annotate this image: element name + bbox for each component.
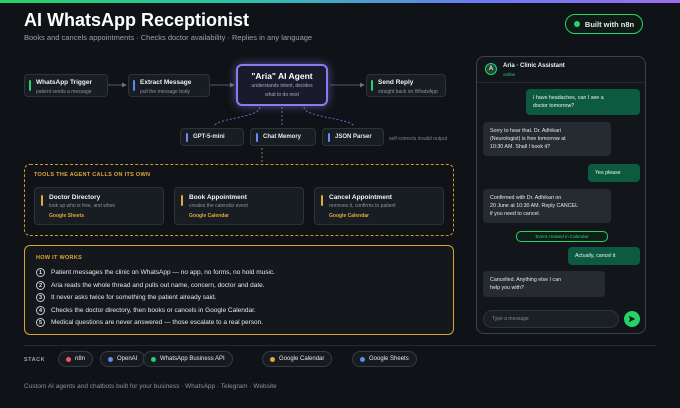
chat-message-outgoing: Actually, cancel it	[568, 247, 640, 265]
node-subtitle: patient sends a message	[36, 89, 92, 95]
message-line: 10:30 AM. Shall I book it?	[490, 144, 551, 150]
node-label: Chat Memory	[263, 134, 302, 140]
step-text: Checks the doctor directory, then books …	[51, 307, 256, 314]
tool-subtitle: creates the calendar event	[189, 203, 248, 209]
step-text: Aria reads the whole thread and pulls ou…	[51, 282, 265, 289]
color-dot-icon	[270, 356, 275, 362]
step-number: 5	[36, 318, 45, 327]
node-extract-message: Extract Message pull the message body	[128, 74, 210, 97]
step-number: 2	[36, 281, 45, 290]
color-dot-icon	[360, 356, 365, 362]
chat-message-outgoing: Yes please	[588, 164, 640, 182]
chat-message-outgoing: I have headaches, can I see a doctor tom…	[526, 89, 640, 115]
tool-title: Book Appointment	[189, 194, 247, 201]
node-whatsapp-trigger: WhatsApp Trigger patient sends a message	[24, 74, 108, 97]
tool-card-doctor-directory: Doctor Directory look up who is free, an…	[34, 187, 164, 225]
tools-heading: TOOLS THE AGENT CALLS ON ITS OWN	[34, 172, 151, 178]
message-line: (Neurologist) is free tomorrow at	[490, 136, 566, 142]
how-heading: HOW IT WORKS	[36, 255, 83, 261]
pill-label: n8n	[75, 356, 86, 362]
stack-pill-whatsapp: WhatsApp Business API	[143, 351, 233, 367]
tool-card-cancel-appointment: Cancel Appointment removes it, confirms …	[314, 187, 444, 225]
node-subtitle: straight back on WhatsApp	[378, 89, 438, 95]
node-subtitle: pull the message body	[140, 89, 191, 95]
node-send-reply: Send Reply straight back on WhatsApp	[366, 74, 446, 97]
step-text: Medical questions are never answered — t…	[51, 319, 264, 326]
stack-pill-n8n: n8n	[58, 351, 94, 367]
step-item: 4 Checks the doctor directory, then book…	[36, 306, 256, 315]
message-line: Yes please	[595, 170, 621, 176]
step-item: 1 Patient messages the clinic on WhatsAp…	[36, 268, 275, 277]
node-label: GPT-5-mini	[193, 134, 225, 140]
stack-pill-google-calendar: Google Calendar	[262, 351, 333, 367]
message-line: Actually, cancel it	[575, 253, 616, 259]
tool-title: Doctor Directory	[49, 194, 101, 201]
node-title: WhatsApp Trigger	[36, 79, 92, 86]
avatar: A	[485, 63, 497, 75]
message-line: I have headaches, can I see a	[533, 95, 604, 101]
footer-text: Custom AI agents and chatbots built for …	[24, 383, 277, 390]
message-line: Confirmed with Dr. Adhikari on	[490, 195, 562, 201]
send-icon[interactable]	[624, 311, 640, 327]
node-title: Send Reply	[378, 79, 414, 86]
node-gpt-model: GPT-5-mini	[180, 128, 244, 146]
connector-agent-model	[213, 106, 261, 128]
connector-agent-parser	[303, 106, 355, 128]
agent-subtitle-2: what to do next	[265, 91, 299, 98]
divider	[24, 345, 656, 346]
message-line: doctor tomorrow?	[533, 103, 575, 109]
node-ai-agent: "Aria" AI Agent understands intent, deci…	[236, 64, 328, 106]
stack-pill-google-sheets: Google Sheets	[352, 351, 417, 367]
step-item: 2 Aria reads the whole thread and pulls …	[36, 281, 265, 290]
color-dot-icon	[151, 356, 156, 362]
message-line: Cancelled. Anything else I can	[490, 277, 561, 283]
tool-title: Cancel Appointment	[329, 194, 392, 201]
node-json-parser: JSON Parser	[322, 128, 384, 146]
node-chat-memory: Chat Memory	[250, 128, 316, 146]
chat-message-incoming: Cancelled. Anything else I can help you …	[483, 271, 605, 297]
node-label: JSON Parser	[335, 134, 372, 140]
step-item: 5 Medical questions are never answered —…	[36, 318, 263, 327]
message-line: Sorry to hear that. Dr. Adhikari	[490, 128, 561, 134]
chat-message-incoming: Sorry to hear that. Dr. Adhikari (Neurol…	[483, 122, 611, 156]
chat-status: online	[503, 72, 516, 77]
color-dot-icon	[108, 356, 113, 362]
message-line: if you need to cancel.	[490, 211, 541, 217]
tool-subtitle: removes it, confirms to patient	[329, 203, 396, 209]
step-text: It never asks twice for something the pa…	[51, 294, 217, 301]
chat-contact-name: Aria · Clinic Assistant	[503, 63, 565, 69]
event-created-badge: Event created in Calendar	[516, 231, 608, 242]
pill-label: OpenAI	[117, 356, 138, 362]
chat-preview-panel: A Aria · Clinic Assistant online I have …	[476, 56, 646, 334]
node-title: Extract Message	[140, 79, 192, 86]
message-line: help you with?	[490, 285, 524, 291]
chat-header: A Aria · Clinic Assistant online	[477, 57, 645, 83]
stack-pill-openai: OpenAI	[100, 351, 146, 367]
tool-subtitle: look up who is free, and when	[49, 203, 116, 209]
parser-note: self-corrects invalid output	[389, 136, 448, 142]
step-number: 4	[36, 306, 45, 315]
tool-tag: Google Calendar	[329, 213, 370, 219]
pill-label: WhatsApp Business API	[160, 356, 225, 362]
message-input[interactable]: Type a message	[483, 310, 619, 328]
step-number: 3	[36, 293, 45, 302]
color-dot-icon	[66, 356, 71, 362]
pill-label: Google Calendar	[279, 356, 325, 362]
send-icon-glyph	[628, 315, 636, 323]
tool-card-book-appointment: Book Appointment creates the calendar ev…	[174, 187, 304, 225]
message-line: 20 June at 10:30 AM. Reply CANCEL	[490, 203, 579, 209]
step-number: 1	[36, 268, 45, 277]
pill-label: Google Sheets	[369, 356, 409, 362]
chat-message-incoming: Confirmed with Dr. Adhikari on 20 June a…	[483, 189, 611, 223]
step-item: 3 It never asks twice for something the …	[36, 293, 216, 302]
step-text: Patient messages the clinic on WhatsApp …	[51, 269, 276, 276]
tool-tag: Google Calendar	[189, 213, 230, 219]
stack-label: STACK	[24, 357, 46, 363]
tool-tag: Google Sheets	[49, 213, 85, 219]
agent-title: "Aria" AI Agent	[251, 71, 313, 81]
agent-subtitle-1: understands intent, decides	[251, 83, 313, 89]
